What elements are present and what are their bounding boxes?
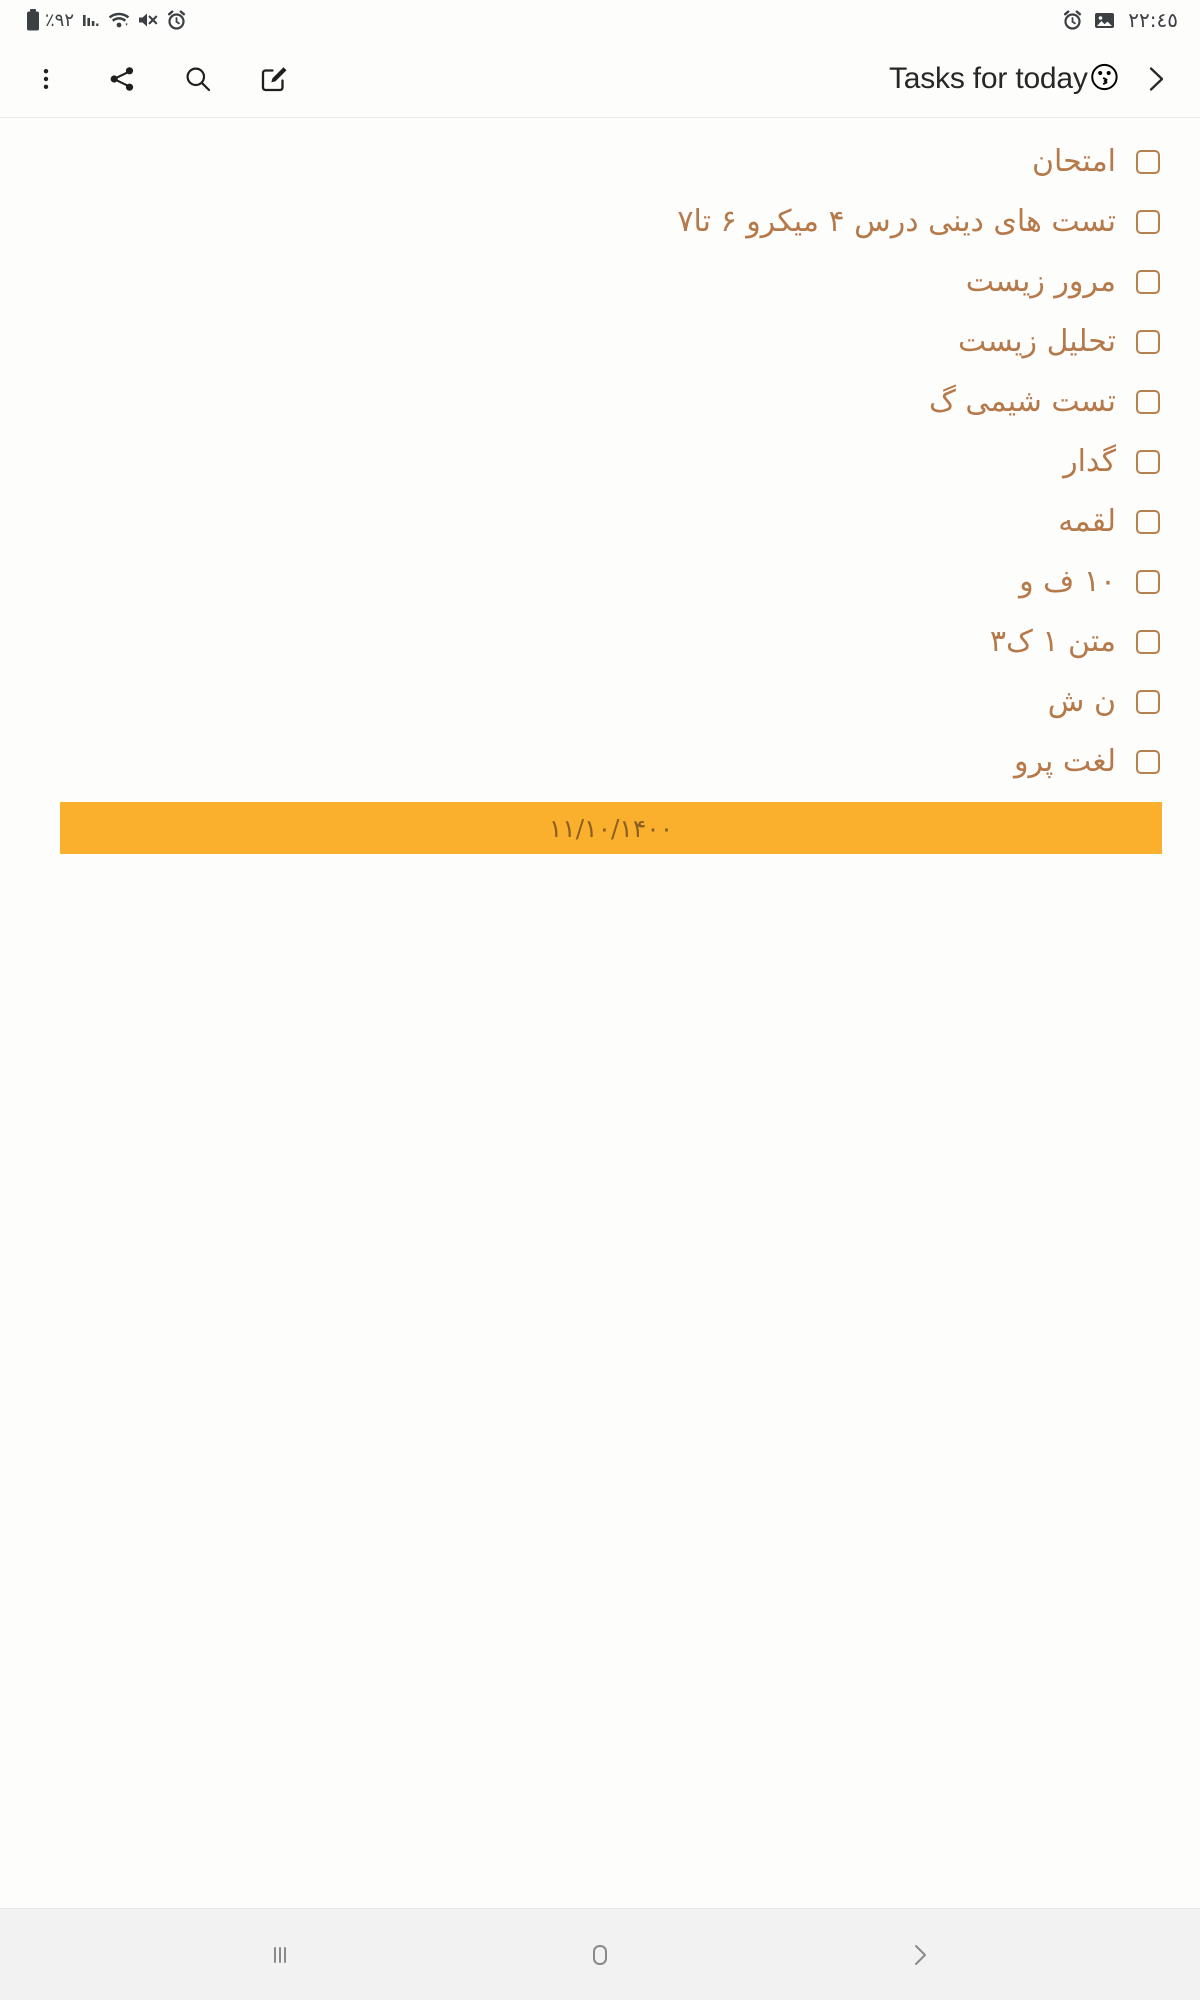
- list-item[interactable]: متن ۱ ک۳: [0, 612, 1178, 672]
- task-checkbox[interactable]: [1136, 750, 1160, 774]
- recent-apps-icon: [274, 1946, 286, 1963]
- search-button[interactable]: [178, 59, 218, 99]
- home-icon: [593, 1944, 607, 1965]
- mute-icon: [137, 10, 159, 30]
- back-button[interactable]: [875, 1910, 965, 2000]
- phone-screen: ٪٩٢ ٢٢:٤٥ Tasks for today 😗 امتحان تست ه…: [0, 0, 1200, 2000]
- more-options-button[interactable]: [26, 59, 66, 99]
- task-checkbox[interactable]: [1136, 690, 1160, 714]
- date-highlight-banner[interactable]: ۱۱/۱۰/۱۴۰۰: [60, 802, 1162, 854]
- task-checkbox[interactable]: [1136, 510, 1160, 534]
- list-item[interactable]: لقمه: [0, 492, 1178, 552]
- task-label: لقمه: [1058, 504, 1116, 539]
- status-bar-left: ٪٩٢: [26, 9, 187, 31]
- alarm-icon: [166, 9, 187, 31]
- share-button[interactable]: [102, 59, 142, 99]
- clock-label: ٢٢:٤٥: [1128, 8, 1178, 32]
- toolbar-actions: [26, 59, 294, 99]
- task-checkbox[interactable]: [1136, 150, 1160, 174]
- task-checkbox[interactable]: [1136, 270, 1160, 294]
- task-label: ۱۰ ف و: [1019, 564, 1116, 599]
- chevron-right-icon: [1149, 66, 1164, 91]
- list-item[interactable]: تحلیل زیست: [0, 312, 1178, 372]
- task-checkbox[interactable]: [1136, 570, 1160, 594]
- task-checkbox[interactable]: [1136, 210, 1160, 234]
- task-label: ن ش: [1047, 684, 1116, 719]
- list-item[interactable]: ن ش: [0, 672, 1178, 732]
- wifi-icon: [108, 10, 130, 30]
- search-icon: [186, 67, 211, 91]
- image-icon: [1094, 11, 1115, 30]
- list-item[interactable]: تست های دینی درس ۴ میکرو ۶ تا۷: [0, 192, 1178, 252]
- share-icon: [110, 66, 134, 91]
- page-title: Tasks for today: [888, 61, 1088, 95]
- overflow-menu-icon: [43, 68, 49, 89]
- list-item[interactable]: ۱۰ ف و: [0, 552, 1178, 612]
- task-label: تحلیل زیست: [957, 324, 1116, 359]
- task-label: متن ۱ ک۳: [989, 624, 1116, 659]
- status-bar: ٪٩٢ ٢٢:٤٥: [0, 0, 1200, 40]
- next-button[interactable]: [1134, 57, 1178, 101]
- task-label: مرور زیست: [965, 264, 1116, 299]
- battery-icon: [26, 9, 40, 31]
- task-label: تست های دینی درس ۴ میکرو ۶ تا۷: [677, 204, 1116, 239]
- kissing-face-emoji: 😗: [1088, 60, 1120, 96]
- task-checkbox[interactable]: [1136, 630, 1160, 654]
- list-item[interactable]: امتحان: [0, 132, 1178, 192]
- signal-bars-icon: [81, 10, 101, 30]
- app-toolbar: Tasks for today 😗: [0, 40, 1200, 118]
- list-item[interactable]: لغت پرو: [0, 732, 1178, 792]
- task-label: امتحان: [1032, 144, 1116, 179]
- home-button[interactable]: [555, 1910, 645, 2000]
- task-checklist: امتحان تست های دینی درس ۴ میکرو ۶ تا۷ مر…: [0, 132, 1200, 792]
- task-label: تست شیمی گ: [928, 384, 1116, 419]
- status-bar-right: ٢٢:٤٥: [1062, 8, 1178, 32]
- alarm-icon: [1062, 9, 1083, 31]
- list-item[interactable]: تست شیمی گ: [0, 372, 1178, 432]
- task-checkbox[interactable]: [1136, 450, 1160, 474]
- task-label: گدار: [1063, 444, 1116, 479]
- list-item[interactable]: مرور زیست: [0, 252, 1178, 312]
- battery-percent-label: ٪٩٢: [45, 9, 75, 31]
- note-title-group[interactable]: Tasks for today 😗: [889, 62, 1120, 96]
- date-label: ۱۱/۱۰/۱۴۰۰: [548, 813, 674, 843]
- recent-apps-button[interactable]: [235, 1910, 325, 2000]
- chevron-right-icon: [915, 1944, 926, 1965]
- edit-icon: [261, 66, 287, 91]
- task-checkbox[interactable]: [1136, 390, 1160, 414]
- system-navigation-bar: [0, 1908, 1200, 2000]
- task-label: لغت پرو: [1014, 744, 1116, 779]
- list-item[interactable]: گدار: [0, 432, 1178, 492]
- edit-button[interactable]: [254, 59, 294, 99]
- task-checkbox[interactable]: [1136, 330, 1160, 354]
- note-content: امتحان تست های دینی درس ۴ میکرو ۶ تا۷ مر…: [0, 118, 1200, 1908]
